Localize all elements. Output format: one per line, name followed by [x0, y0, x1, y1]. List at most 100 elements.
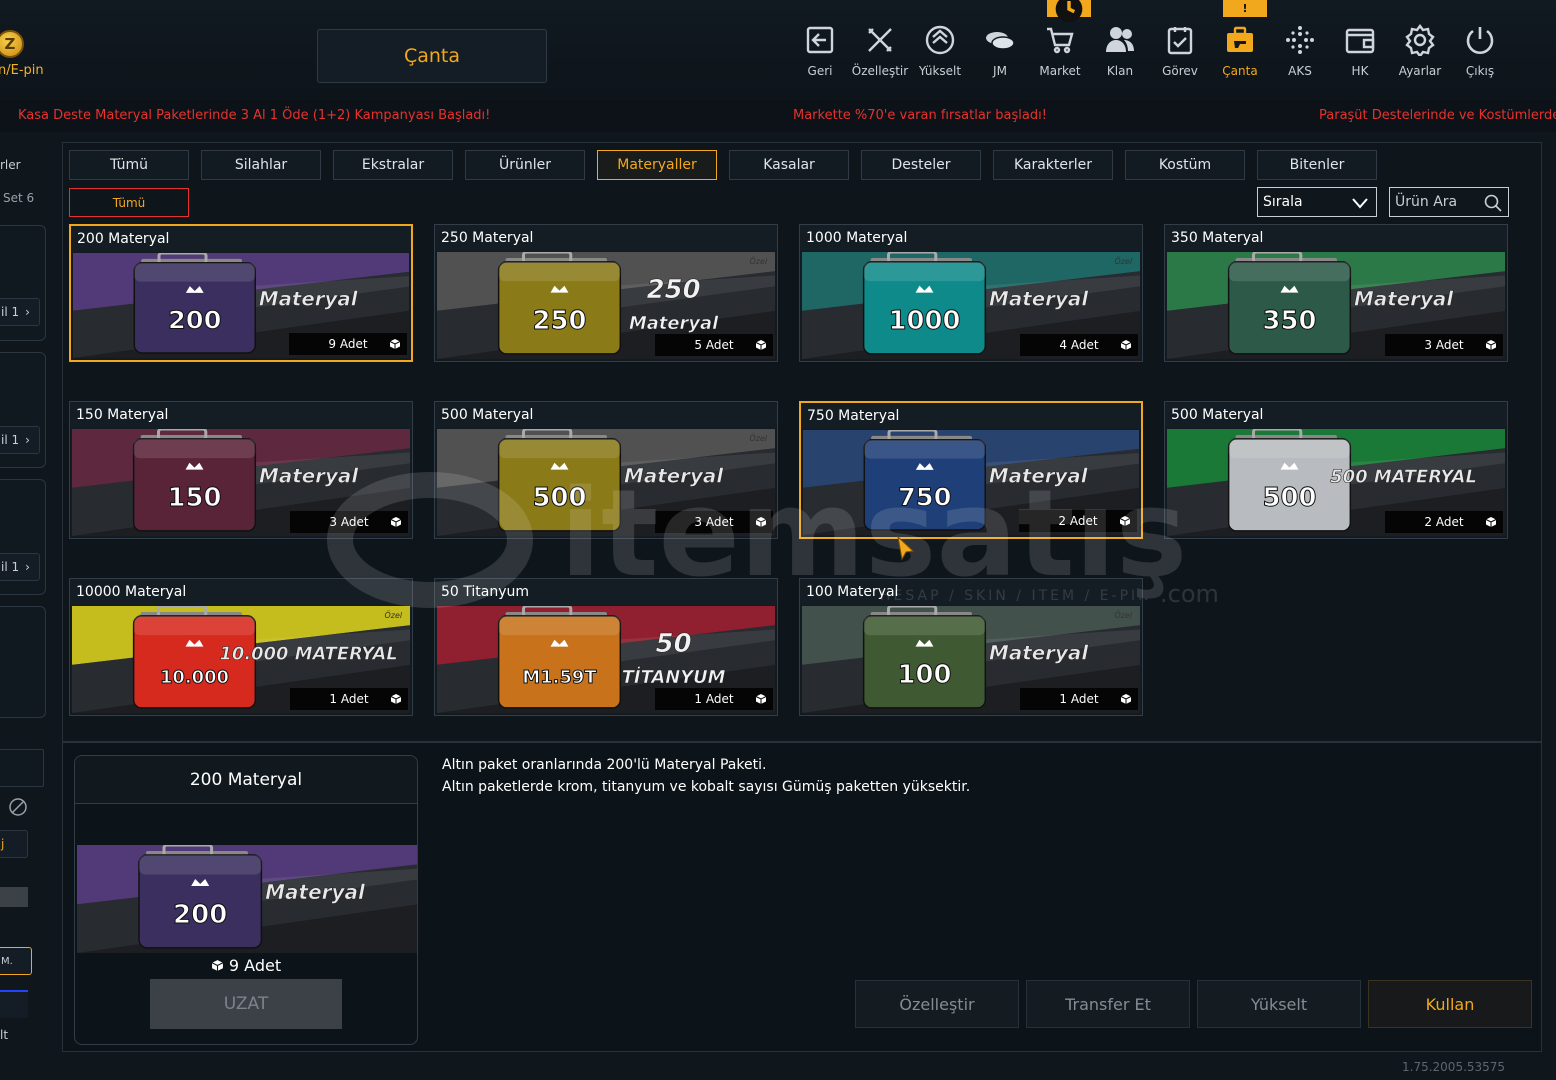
- nav-exit[interactable]: Çıkış: [1450, 24, 1510, 84]
- coin-icon[interactable]: Z: [0, 30, 24, 58]
- nav-back[interactable]: Geri: [790, 24, 850, 84]
- svg-text:Materyal: Materyal: [629, 313, 719, 334]
- rail-heading: rler: [0, 158, 21, 172]
- nav-label: Ayarlar: [1398, 64, 1442, 78]
- svg-text:Materyal: Materyal: [259, 465, 359, 488]
- wallet-icon: [1345, 28, 1375, 54]
- selected-item-count: 9 Adet: [75, 954, 417, 976]
- transfer-button[interactable]: Transfer Et: [1026, 980, 1190, 1028]
- item-card[interactable]: 500 Materyal 500 500 MATERYAL 2 Adet: [1164, 401, 1508, 539]
- mission-icon: [1167, 27, 1193, 55]
- svg-text:Özel: Özel: [750, 433, 768, 443]
- rail-slot-selector[interactable]: il 1 ›: [0, 298, 40, 326]
- nav-market[interactable]: Market: [1030, 24, 1090, 84]
- nav-customize[interactable]: Özelleştir: [850, 24, 910, 84]
- customize-button[interactable]: Özelleştir: [855, 980, 1019, 1028]
- rail-field[interactable]: [0, 749, 44, 787]
- tab-cases[interactable]: Kasalar: [729, 150, 849, 180]
- item-count: 3 Adet: [1385, 334, 1503, 356]
- tab-finished[interactable]: Bitenler: [1257, 150, 1377, 180]
- nav-settings[interactable]: Ayarlar: [1390, 24, 1450, 84]
- block-icon[interactable]: [8, 797, 28, 817]
- svg-text:500 MATERYAL: 500 MATERYAL: [1330, 467, 1477, 488]
- item-card[interactable]: 200 Materyal 200 Materyal 9 Adet: [69, 224, 413, 362]
- nav-label: Geri: [807, 64, 833, 78]
- chevron-right-icon: ›: [25, 433, 30, 447]
- extend-button[interactable]: UZAT: [150, 979, 342, 1029]
- tab-characters[interactable]: Karakterler: [993, 150, 1113, 180]
- item-card[interactable]: 350 Materyal 350 Materyal 3 Adet: [1164, 224, 1508, 362]
- svg-text:100: 100: [897, 660, 951, 690]
- rail-chip[interactable]: j: [0, 830, 28, 858]
- svg-text:250: 250: [532, 306, 586, 336]
- cart-icon: [1047, 27, 1074, 54]
- search-input[interactable]: Ürün Ara: [1389, 187, 1509, 217]
- tab-materials[interactable]: Materyaller: [597, 150, 717, 180]
- chevron-down-icon: [1352, 198, 1368, 209]
- svg-text:200: 200: [173, 900, 227, 930]
- item-count: 5 Adet: [655, 334, 773, 356]
- item-card[interactable]: 500 Materyal Özel 500 Materyal 3 Adet: [434, 401, 778, 539]
- bag-icon: [1227, 26, 1253, 52]
- use-button[interactable]: Kullan: [1368, 980, 1532, 1028]
- tab-products[interactable]: Ürünler: [465, 150, 585, 180]
- tab-extras[interactable]: Ekstralar: [333, 150, 453, 180]
- svg-text:1000: 1000: [889, 306, 961, 336]
- svg-text:TİTANYUM: TİTANYUM: [622, 666, 726, 688]
- item-card[interactable]: 150 Materyal 150 Materyal 3 Adet: [69, 401, 413, 539]
- svg-text:Özel: Özel: [1115, 610, 1133, 620]
- nav-clan[interactable]: Klan: [1090, 24, 1150, 84]
- ticker-message: Markette %70'e varan fırsatlar başladı!: [793, 108, 1047, 123]
- rail-slot[interactable]: [0, 606, 46, 718]
- subtab-all[interactable]: Tümü: [69, 188, 189, 217]
- tab-decks[interactable]: Desteler: [861, 150, 981, 180]
- item-count: 9 Adet: [289, 333, 407, 355]
- item-title: 500 Materyal: [435, 402, 777, 428]
- search-icon: [1484, 194, 1502, 212]
- svg-text:Özel: Özel: [750, 256, 768, 266]
- ticker-message: Kasa Deste Materyal Paketlerinde 3 Al 1 …: [18, 108, 491, 123]
- item-count: 1 Adet: [1020, 688, 1138, 710]
- rail-slot-selector[interactable]: il 1 ›: [0, 426, 40, 454]
- nav-upgrade[interactable]: Yükselt: [910, 24, 970, 84]
- tab-costume[interactable]: Kostüm: [1125, 150, 1245, 180]
- coin-label[interactable]: n/E-pin: [0, 63, 44, 78]
- nav-jm[interactable]: JM: [970, 24, 1030, 84]
- page-title: Çanta: [317, 29, 547, 83]
- gear-icon: [1405, 24, 1435, 56]
- item-card[interactable]: 50 Titanyum M1.59T 50 TİTANYUM 1 Adet: [434, 578, 778, 716]
- nav-hk[interactable]: HK: [1330, 24, 1390, 84]
- tab-weapons[interactable]: Silahlar: [201, 150, 321, 180]
- item-count: 3 Adet: [655, 511, 773, 533]
- nav-aks[interactable]: AKS: [1270, 24, 1330, 84]
- item-card[interactable]: 10000 Materyal Özel 10.000 10.000 MATERY…: [69, 578, 413, 716]
- rail-chip[interactable]: M.: [0, 947, 32, 975]
- svg-text:Materyal: Materyal: [1354, 288, 1454, 311]
- nav-bag[interactable]: ! Çanta: [1210, 0, 1270, 84]
- nav-label: Görev: [1162, 64, 1198, 78]
- nav-mission[interactable]: Görev: [1047, 0, 1210, 84]
- item-card[interactable]: 250 Materyal Özel 250 250 Materyal 5 Ade…: [434, 224, 778, 362]
- version-label: 1.75.2005.53575: [1402, 1060, 1506, 1074]
- item-card[interactable]: 1000 Materyal Özel 1000 Materyal 4 Adet: [799, 224, 1143, 362]
- svg-text:Özel: Özel: [1115, 256, 1133, 266]
- item-card[interactable]: 100 Materyal Özel 100 Materyal 1 Adet: [799, 578, 1143, 716]
- sort-label: Sırala: [1263, 194, 1303, 210]
- nav-label: HK: [1351, 64, 1369, 78]
- item-title: 200 Materyal: [71, 226, 411, 252]
- item-card[interactable]: 750 Materyal 750 Materyal 2 Adet: [799, 401, 1143, 539]
- tab-all[interactable]: Tümü: [69, 150, 189, 180]
- svg-text:Materyal: Materyal: [989, 642, 1089, 665]
- upgrade-button[interactable]: Yükselt: [1197, 980, 1361, 1028]
- sort-dropdown[interactable]: Sırala: [1257, 187, 1377, 217]
- chevron-right-icon: ›: [25, 305, 30, 319]
- item-count: 3 Adet: [290, 511, 408, 533]
- item-count: 4 Adet: [1020, 334, 1138, 356]
- nav-label: AKS: [1288, 64, 1312, 78]
- chevron-right-icon: ›: [25, 560, 30, 574]
- item-count: 1 Adet: [655, 688, 773, 710]
- rail-slot-selector[interactable]: il 1 ›: [0, 553, 40, 581]
- clock-badge-icon: [1047, 0, 1091, 22]
- item-title: 350 Materyal: [1165, 225, 1507, 251]
- upgrade-icon: [925, 25, 955, 55]
